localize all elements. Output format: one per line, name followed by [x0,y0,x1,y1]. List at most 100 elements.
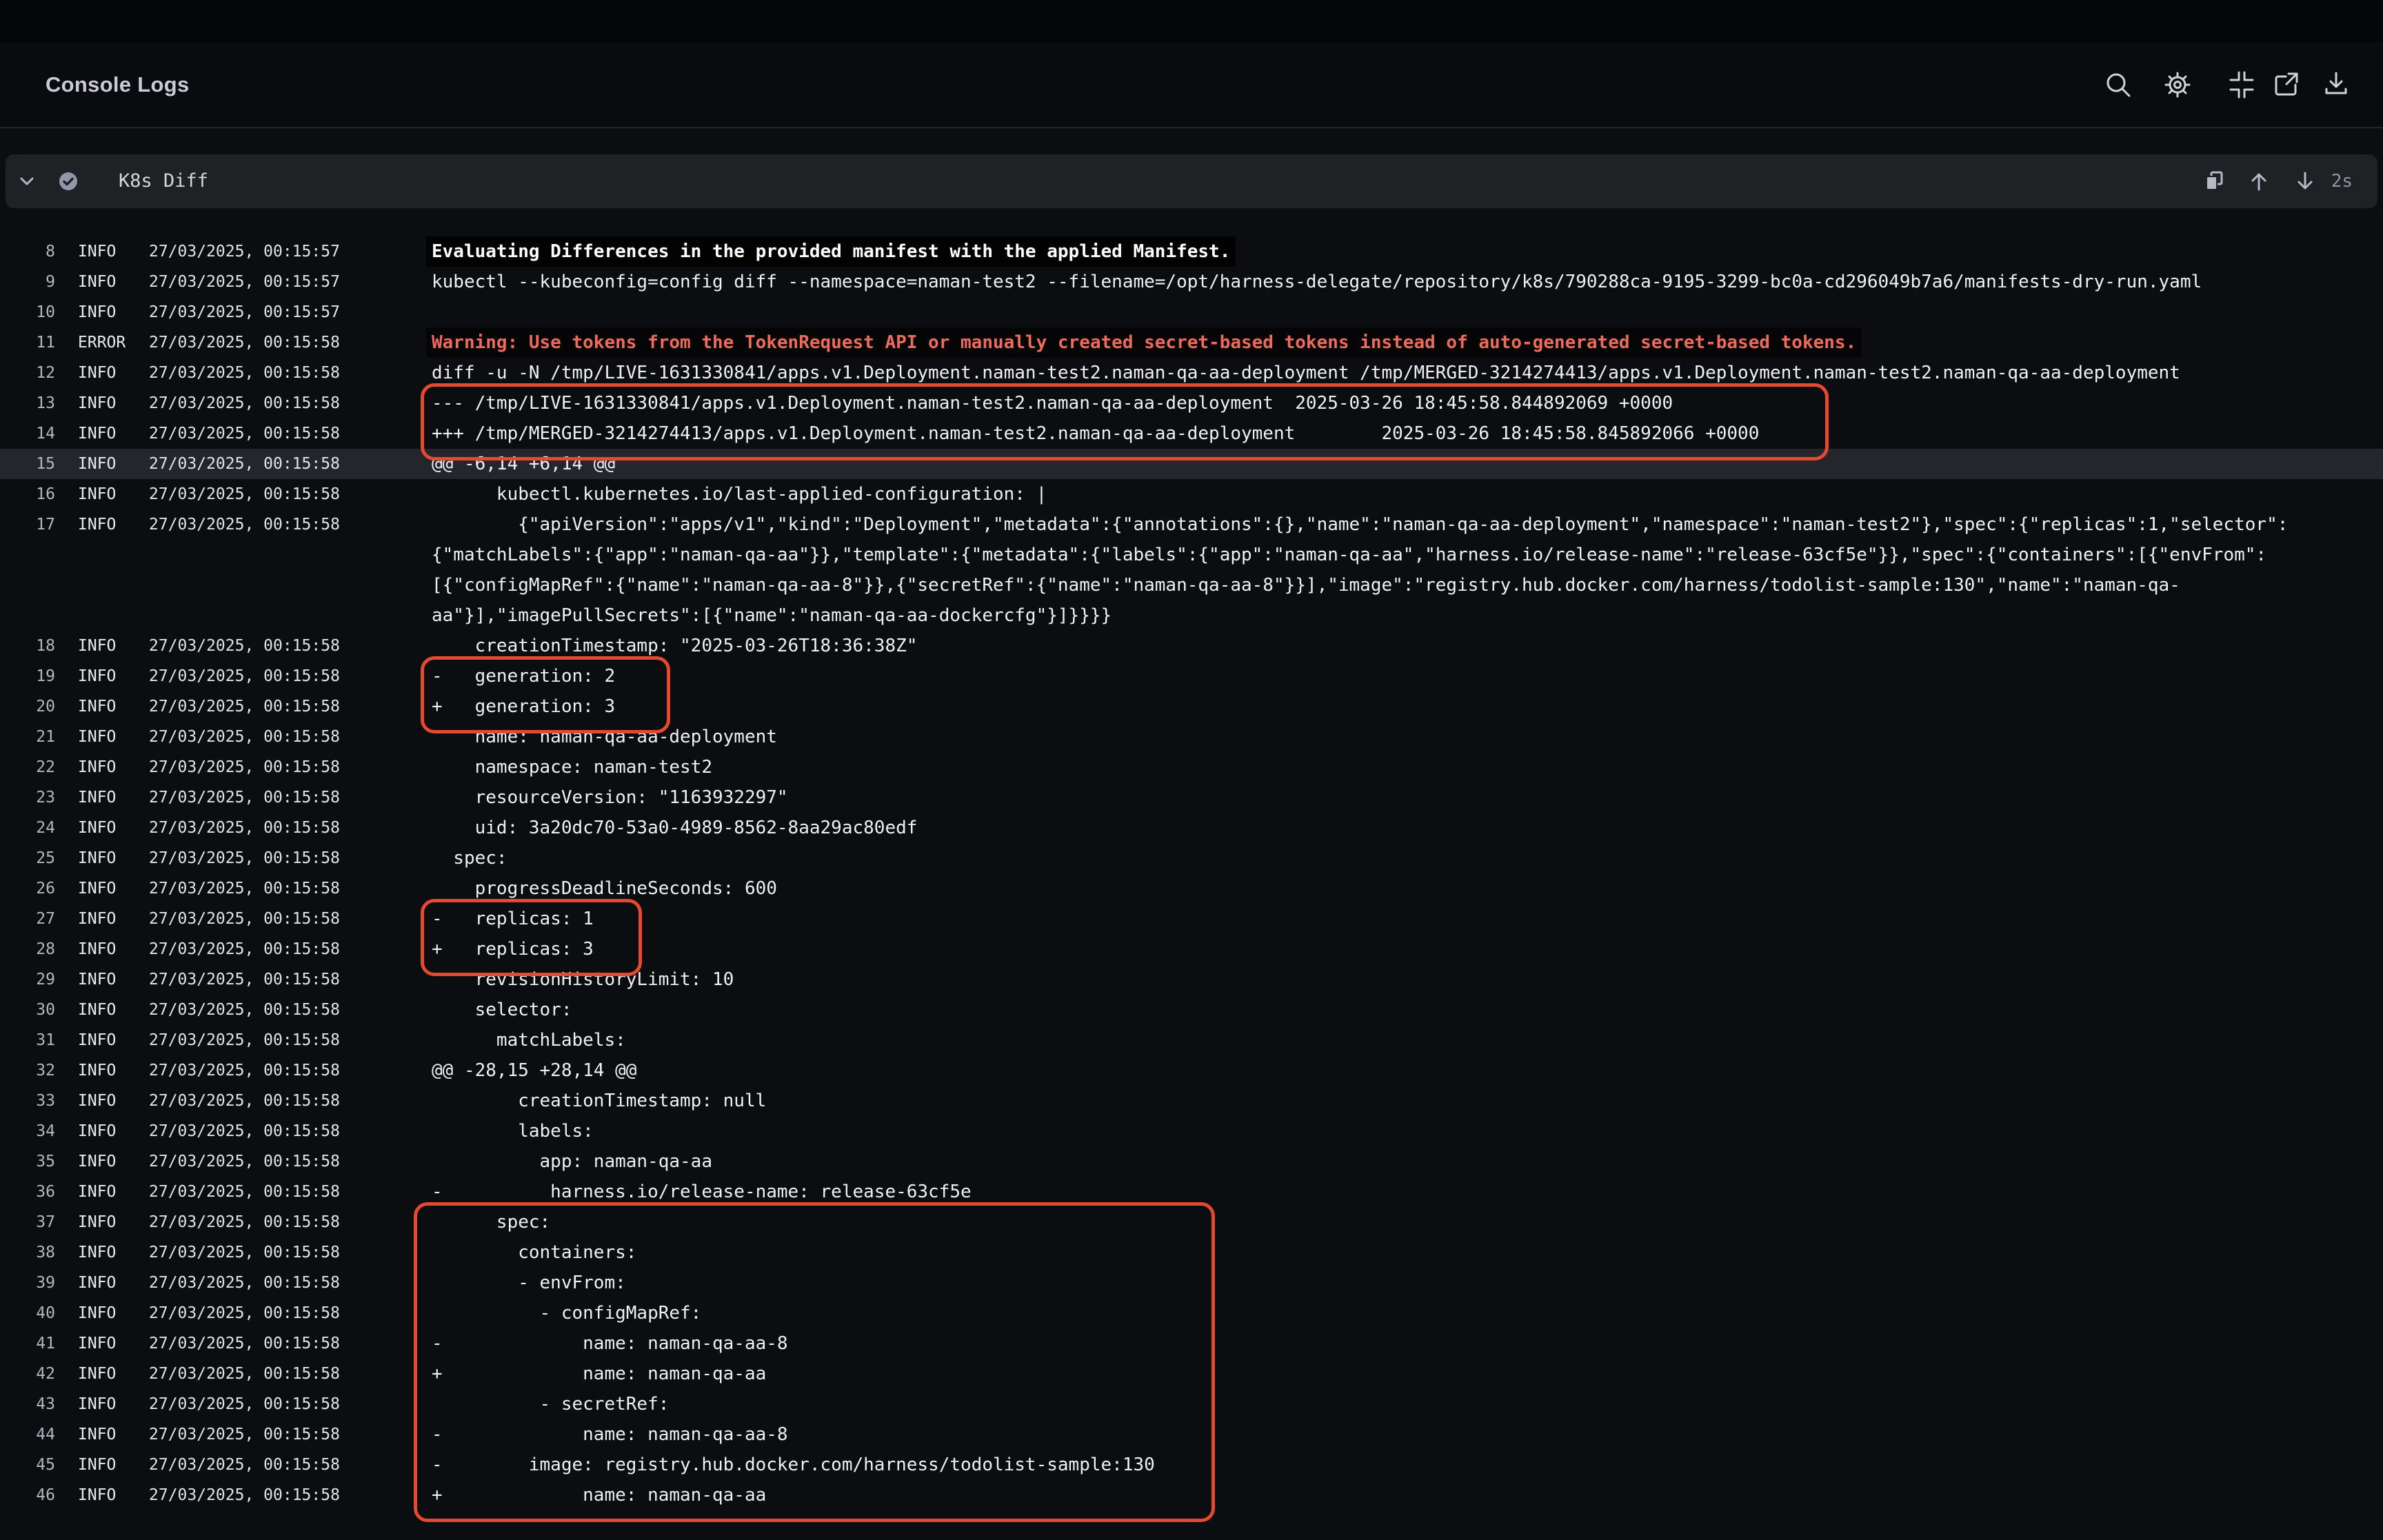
open-in-new-button[interactable] [2269,68,2302,101]
log-message: --- /tmp/LIVE-1631330841/apps.v1.Deploym… [432,388,1673,418]
log-message: Warning: Use tokens from the TokenReques… [426,327,1862,358]
log-num: 28 [0,934,55,964]
log-row: 29INFO27/03/2025, 00:15:58 revisionHisto… [0,964,2383,995]
log-row: 43 INFO 27/03/2025, 00:15:58 - secretRef: [0,1389,2383,1419]
log-time: 27/03/2025, 00:15:58 [149,873,340,904]
log-message: spec: [432,1207,550,1237]
settings-button[interactable] [2161,68,2194,101]
log-row: 18INFO27/03/2025, 00:15:58 creationTimes… [0,631,2383,661]
copy-icon [2201,168,2229,195]
log-message: @@ -28,15 +28,14 @@ [432,1055,636,1086]
scroll-to-top-button[interactable] [2245,168,2273,195]
log-num: 12 [0,358,55,388]
log-row: 36INFO27/03/2025, 00:15:58- harness.io/r… [0,1177,2383,1207]
open-in-new-icon [2269,68,2302,101]
log-num: 38 [0,1237,55,1268]
browser-top-strip [0,0,2383,43]
log-num: 8 [0,236,55,267]
log-message: progressDeadlineSeconds: 600 [432,873,777,904]
log-num: 43 [0,1389,55,1419]
log-num: 16 [0,479,55,509]
log-message: - secretRef: [432,1389,669,1419]
log-row: 34INFO27/03/2025, 00:15:58 labels: [0,1116,2383,1146]
log-row: 30INFO27/03/2025, 00:15:58 selector: [0,995,2383,1025]
log-time: 27/03/2025, 00:15:58 [149,1268,340,1298]
log-row: 21INFO27/03/2025, 00:15:58 name: naman-q… [0,722,2383,752]
log-row: 8INFO27/03/2025, 00:15:57Evaluating Diff… [0,236,2383,267]
log-num: 18 [0,631,55,661]
log-message: kubectl.kubernetes.io/last-applied-confi… [432,479,1047,509]
log-time: 27/03/2025, 00:15:58 [149,1207,340,1237]
collapse-button[interactable] [2225,68,2258,101]
log-time: 27/03/2025, 00:15:58 [149,1025,340,1055]
log-level: INFO [78,1480,116,1510]
log-num: 45 [0,1450,55,1480]
console-logs-header: Console Logs [0,43,2383,128]
log-num: 29 [0,964,55,995]
log-num: 19 [0,661,55,691]
log-level: INFO [78,631,116,661]
log-row: 15INFO27/03/2025, 00:15:58@@ -6,14 +6,14… [0,449,2383,479]
log-time: 27/03/2025, 00:15:58 [149,388,340,418]
log-message: aa"}],"imagePullSecrets":[{"name":"naman… [432,600,1112,631]
settings-gear-icon [2161,68,2194,101]
log-level: INFO [78,1237,116,1268]
log-time: 27/03/2025, 00:15:58 [149,995,340,1025]
log-num: 27 [0,904,55,934]
copy-logs-button[interactable] [2201,168,2229,195]
log-message: kubectl --kubeconfig=config diff --names… [432,267,2202,297]
log-message: {"matchLabels":{"app":"naman-qa-aa"}},"t… [432,540,2266,570]
log-message: + replicas: 3 [432,934,594,964]
log-level: INFO [78,934,116,964]
log-message: - harness.io/release-name: release-63cf5… [432,1177,972,1207]
log-message: + name: naman-qa-aa [432,1480,766,1510]
log-num: 42 [0,1359,55,1389]
download-button[interactable] [2320,68,2353,101]
log-level: INFO [78,873,116,904]
log-time: 27/03/2025, 00:15:57 [149,236,340,267]
collapse-step-button[interactable] [13,168,41,195]
log-num: 33 [0,1086,55,1116]
step-bar-k8s-diff[interactable]: K8s Diff 2s [6,154,2377,208]
log-time: 27/03/2025, 00:15:58 [149,1389,340,1419]
log-level: INFO [78,1207,116,1237]
log-num: 40 [0,1298,55,1328]
log-time: 27/03/2025, 00:15:58 [149,782,340,813]
log-message: - configMapRef: [432,1298,701,1328]
log-viewer[interactable]: 8INFO27/03/2025, 00:15:57Evaluating Diff… [0,236,2383,1510]
log-num: 11 [0,327,55,358]
log-time: 27/03/2025, 00:15:58 [149,479,340,509]
log-level: INFO [78,1025,116,1055]
log-row: 26INFO27/03/2025, 00:15:58 progressDeadl… [0,873,2383,904]
log-num: 30 [0,995,55,1025]
log-row: 40INFO27/03/2025, 00:15:58 - configMapRe… [0,1298,2383,1328]
log-time: 27/03/2025, 00:15:57 [149,297,340,327]
log-message: - name: naman-qa-aa-8 [432,1419,788,1450]
log-row: 31INFO27/03/2025, 00:15:58 matchLabels: [0,1025,2383,1055]
log-level: INFO [78,1268,116,1298]
log-level: INFO [78,267,116,297]
log-time: 27/03/2025, 00:15:58 [149,1237,340,1268]
log-level: INFO [78,358,116,388]
log-row: 9INFO27/03/2025, 00:15:57kubectl --kubec… [0,267,2383,297]
log-level: INFO [78,1116,116,1146]
log-level: INFO [78,1389,116,1419]
log-level: INFO [78,236,116,267]
log-row: 41INFO27/03/2025, 00:15:58- name: naman-… [0,1328,2383,1359]
log-time: 27/03/2025, 00:15:58 [149,1359,340,1389]
log-message: app: naman-qa-aa [432,1146,712,1177]
check-circle-icon [54,168,82,195]
log-row: 32INFO27/03/2025, 00:15:58@@ -28,15 +28,… [0,1055,2383,1086]
log-row: 46 INFO 27/03/2025, 00:15:58 + name: naman-… [0,1480,2383,1510]
log-message: {"apiVersion":"apps/v1","kind":"Deployme… [432,509,2288,540]
step-duration: 2s [2331,154,2353,208]
log-time: 27/03/2025, 00:15:58 [149,1480,340,1510]
search-button[interactable] [2102,68,2135,101]
log-level: ERROR [78,327,125,358]
log-level: INFO [78,691,116,722]
log-num: 46 [0,1480,55,1510]
log-message: - envFrom: [432,1268,626,1298]
scroll-to-bottom-button[interactable] [2291,168,2319,195]
log-level: INFO [78,661,116,691]
log-level: INFO [78,722,116,752]
